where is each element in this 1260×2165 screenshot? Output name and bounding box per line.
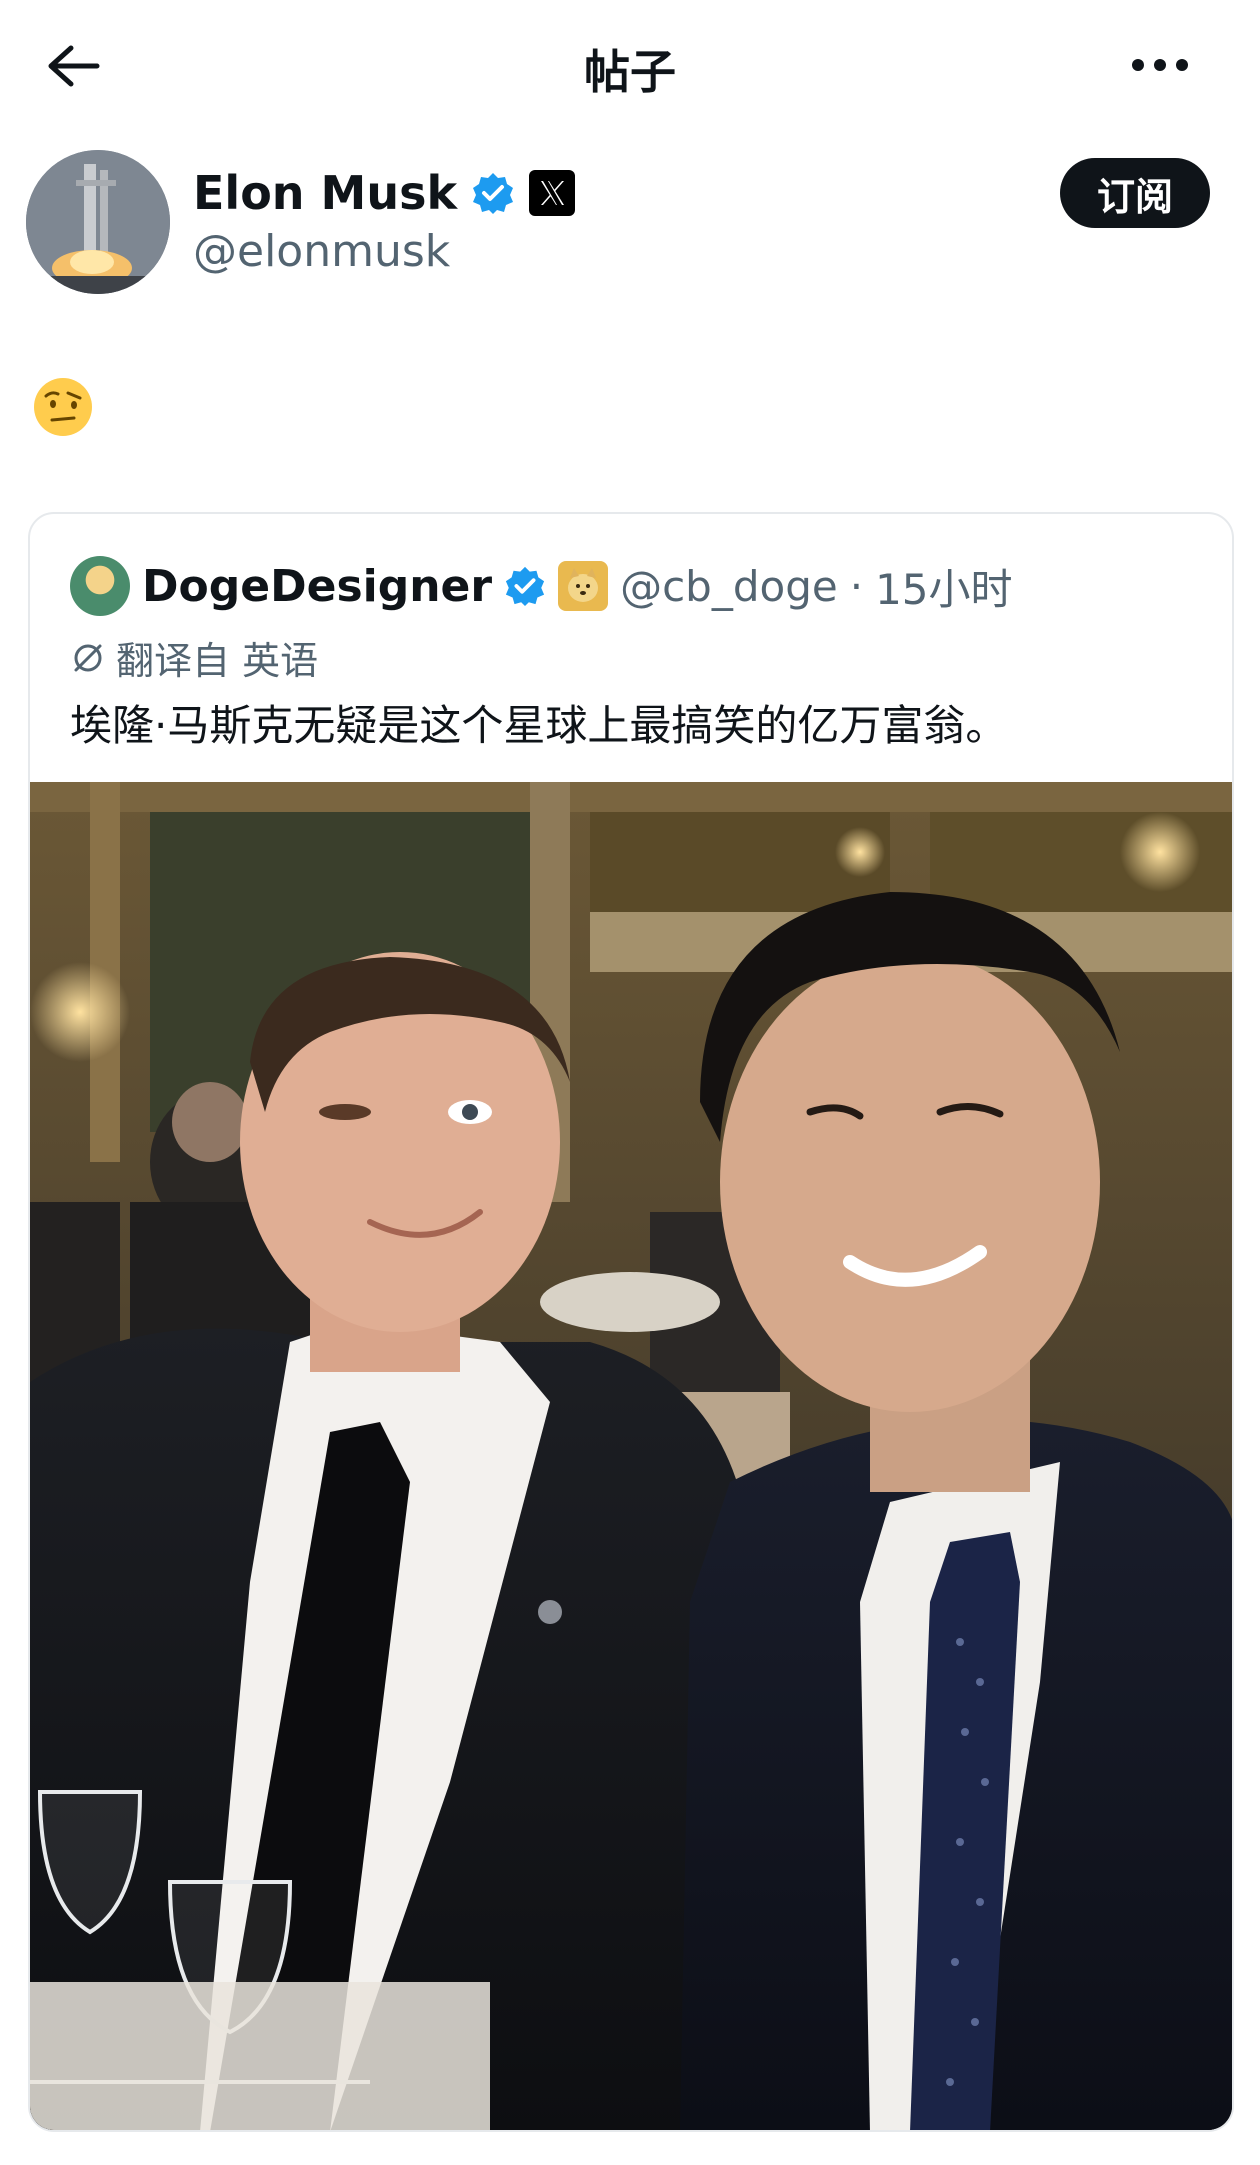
selfie-photo-illustration (30, 782, 1232, 2130)
subscribe-button[interactable]: 订阅 (1060, 158, 1210, 228)
quoted-post-text: 埃隆·马斯克无疑是这个星球上最搞笑的亿万富翁。 (70, 701, 1008, 750)
quoted-post-header: DogeDesigner @cb_doge · 15小时 (70, 554, 1013, 618)
post-timestamp[interactable]: 15小时 (875, 556, 1012, 617)
verified-badge-icon (506, 566, 545, 607)
quoted-author-name[interactable]: DogeDesigner (142, 561, 492, 612)
x-logo-icon (529, 170, 576, 216)
doge-affiliation-icon (558, 561, 609, 611)
raised-eyebrow-emoji-icon (34, 378, 92, 436)
translate-label: 翻译自 英语 (116, 639, 319, 683)
author-name-row[interactable]: Elon Musk (193, 166, 576, 220)
author-handle[interactable]: @elonmusk (193, 226, 450, 277)
translate-icon (74, 644, 102, 671)
quoted-author-avatar[interactable] (70, 556, 130, 616)
more-options-icon[interactable] (1120, 40, 1200, 90)
post-photo[interactable] (30, 782, 1232, 2130)
top-bar: 帖子 (0, 0, 1260, 130)
quoted-author-handle[interactable]: @cb_doge (620, 562, 838, 611)
verified-badge-icon (473, 173, 514, 214)
page-title: 帖子 (584, 45, 676, 99)
author-avatar[interactable] (26, 150, 170, 294)
separator-dot: · (849, 561, 864, 611)
translate-indicator[interactable]: 翻译自 英语 (70, 630, 318, 685)
quoted-post-card[interactable]: DogeDesigner @cb_doge · 15小时 翻译自 英语 埃隆·马… (28, 512, 1234, 2132)
author-name[interactable]: Elon Musk (193, 166, 457, 220)
